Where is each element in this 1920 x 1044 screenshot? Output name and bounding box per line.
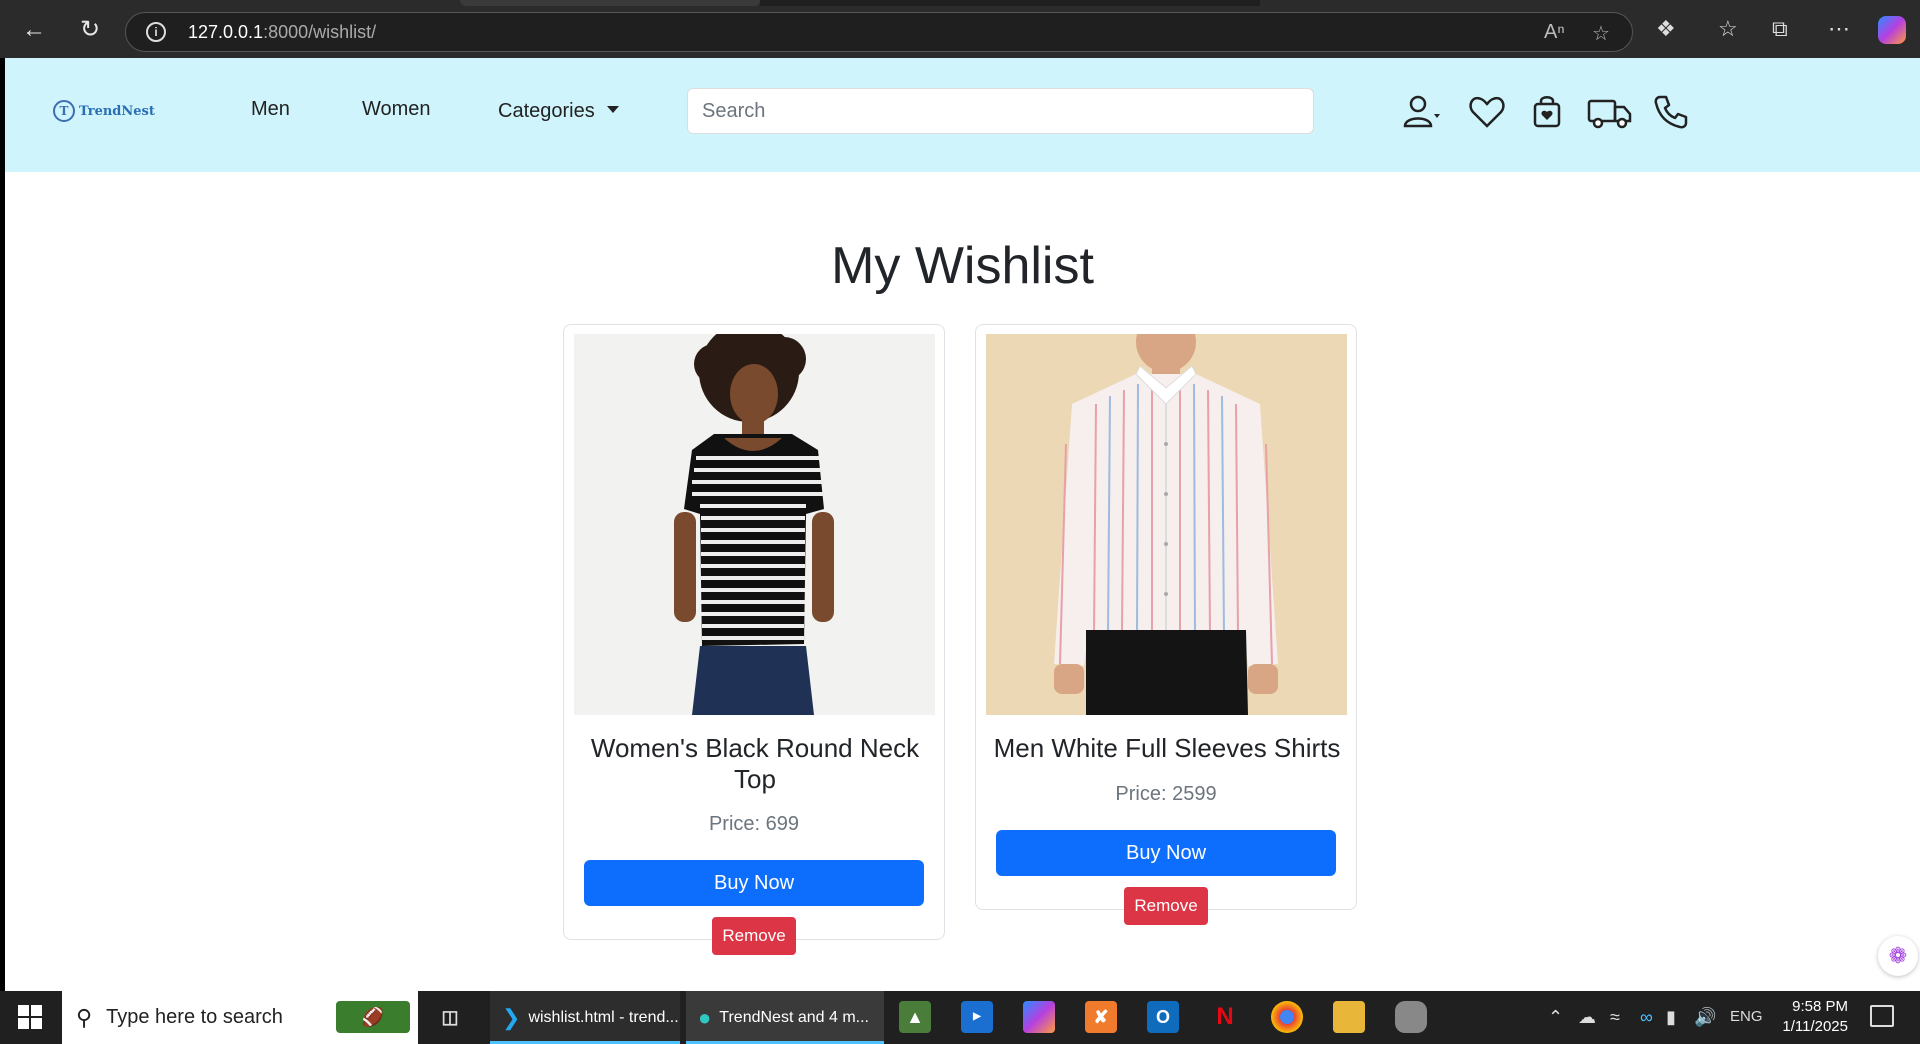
web-page: T TrendNest Men Women Categories My Wish… [5,58,1920,991]
phone-icon[interactable] [1651,92,1691,132]
xampp-icon[interactable]: ✘ [1085,1001,1117,1033]
favorite-star-icon[interactable]: ☆ [1592,21,1610,46]
taskbar-app-label: TrendNest and 4 m... [719,1008,869,1026]
chrome-icon[interactable] [1271,1001,1303,1033]
taskbar-app-label: wishlist.html - trend... [528,1008,679,1026]
site-logo[interactable]: T TrendNest [53,100,155,122]
taskbar-search-placeholder: Type here to search [106,1006,283,1028]
refresh-icon[interactable]: ↻ [74,14,106,46]
favorites-icon[interactable]: ☆ [1718,16,1738,42]
address-bar[interactable]: i 127.0.0.1:8000/wishlist/ Aⁿ ☆ [125,12,1633,52]
remove-button[interactable]: Remove [712,917,796,955]
notifications-icon[interactable] [1870,1005,1894,1027]
system-clock[interactable]: 9:58 PM 1/11/2025 [1762,997,1848,1037]
page-title: My Wishlist [831,237,1094,295]
clock-time: 9:58 PM [1792,998,1848,1015]
clock-date: 1/11/2025 [1782,1018,1848,1035]
product-name: Men White Full Sleeves Shirts [993,733,1341,763]
taskbar-app-vscode[interactable]: ❯ wishlist.html - trend... [490,991,680,1044]
bluetooth-icon[interactable]: ∞ [1640,1007,1653,1028]
read-aloud-icon[interactable]: Aⁿ [1544,21,1565,44]
widgets-icon[interactable]: 🏈 [336,1001,410,1033]
wishlist-card: Women's Black Round Neck Top Price: 699 … [563,324,945,955]
categories-label: Categories [498,100,595,122]
buy-now-button[interactable]: Buy Now [996,830,1336,876]
search-icon: ⚲ [76,1004,93,1030]
logo-text: TrendNest [79,103,155,119]
netflix-icon[interactable]: N [1209,1001,1241,1033]
nav-dropdown-categories[interactable]: Categories [498,100,619,123]
site-navbar: T TrendNest Men Women Categories [5,58,1920,172]
more-options-icon[interactable]: ⋯ [1828,16,1850,42]
back-arrow-icon[interactable]: ← [18,14,50,46]
product-name: Women's Black Round Neck Top [590,733,920,794]
task-view-icon[interactable]: ◫ [434,1001,466,1033]
buy-now-button[interactable]: Buy Now [584,860,924,906]
logo-mark: T [53,100,75,122]
product-price: Price: 699 [708,813,800,835]
show-hidden-icons-icon[interactable]: ⌃ [1548,1007,1563,1028]
photos-app-icon[interactable]: ▲ [899,1001,931,1033]
database-icon[interactable] [1395,1001,1427,1033]
nav-link-men[interactable]: Men [251,98,290,121]
browser-toolbar: ← ↻ i 127.0.0.1:8000/wishlist/ Aⁿ ☆ ❖ ☆ … [0,0,1920,58]
windows-taskbar: ⚲ Type here to search 🏈 ◫ ❯ wishlist.htm… [0,991,1920,1044]
delivery-truck-icon[interactable] [1587,92,1633,132]
browser-tab-edge [460,0,760,6]
language-indicator[interactable]: ENG [1730,1008,1763,1025]
collections-icon[interactable]: ⧉ [1772,16,1788,42]
prime-video-icon[interactable]: ▶ [961,1001,993,1033]
search-input[interactable] [687,88,1314,134]
product-price: Price: 2599 [1115,783,1217,805]
extensions-icon[interactable]: ❖ [1656,16,1676,42]
url-host: 127.0.0.1 [188,22,264,42]
nav-link-women[interactable]: Women [362,98,431,121]
shopping-bag-icon[interactable] [1527,92,1567,132]
product-image-women-top[interactable] [574,334,935,715]
edge-icon: ● [698,1004,712,1030]
outlook-icon[interactable]: O [1147,1001,1179,1033]
url-path: :8000/wishlist/ [263,22,377,42]
wishlist-card: Men White Full Sleeves Shirts Price: 259… [975,324,1357,925]
account-icon[interactable] [1401,92,1441,132]
browser-tab-edge-2 [760,0,1260,6]
heart-icon[interactable] [1467,92,1507,132]
file-explorer-icon[interactable] [1333,1001,1365,1033]
copilot-icon[interactable] [1878,16,1906,44]
remove-button[interactable]: Remove [1124,887,1208,925]
address-url[interactable]: 127.0.0.1:8000/wishlist/ [188,22,376,43]
onedrive-icon[interactable]: ☁ [1578,1007,1596,1028]
volume-icon[interactable]: 🔊 [1694,1007,1716,1028]
wifi-icon[interactable]: ≈ [1610,1007,1620,1028]
copilot-app-icon[interactable] [1023,1001,1055,1033]
site-info-icon[interactable]: i [146,22,166,42]
caret-down-icon [606,106,619,113]
taskbar-app-edge[interactable]: ● TrendNest and 4 m... [686,991,884,1044]
battery-icon[interactable]: ▮ [1666,1007,1676,1028]
product-image-men-shirt[interactable] [986,334,1347,715]
ai-assistant-icon[interactable]: ❁ [1878,936,1918,976]
windows-start-icon[interactable] [18,1005,42,1029]
vscode-icon: ❯ [502,1004,521,1030]
